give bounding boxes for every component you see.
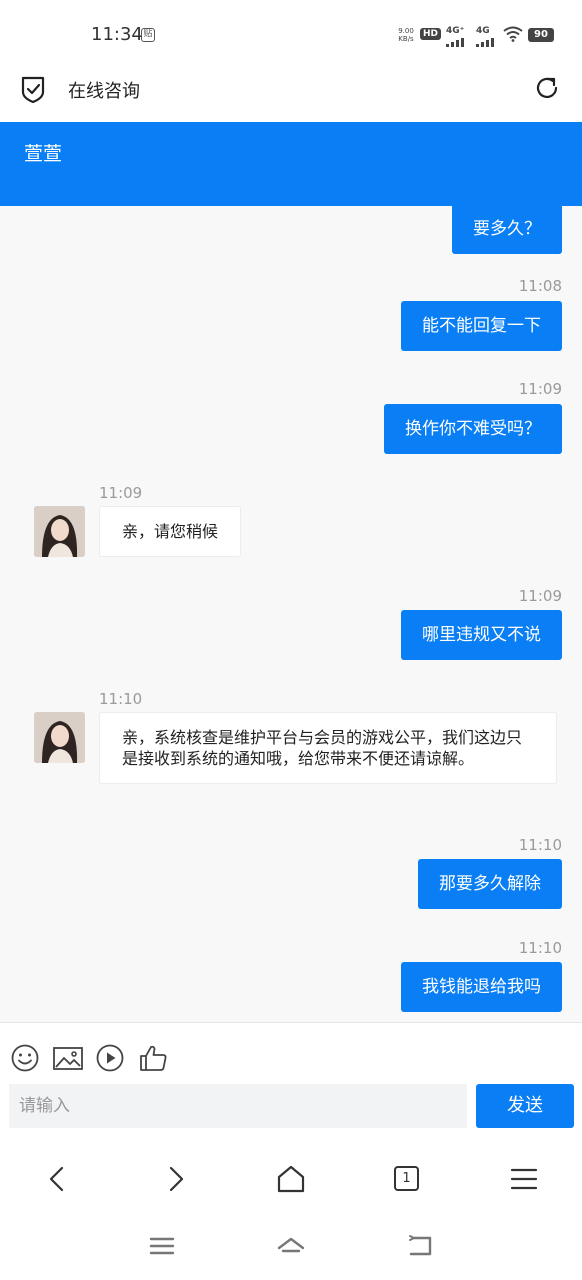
send-button[interactable]: 发送 (476, 1084, 574, 1128)
forward-icon[interactable] (158, 1162, 192, 1196)
message-timestamp: 11:09 (99, 484, 143, 502)
tabs-button[interactable]: 1 (394, 1166, 419, 1191)
message-bubble-incoming: 亲，系统核查是维护平台与会员的游戏公平，我们这边只是接收到系统的通知哦，给您带来… (99, 712, 557, 784)
wifi-icon (503, 26, 523, 42)
signal-sim2-icon: 4G (476, 26, 494, 47)
network-speed: 9.00 KB/s (398, 27, 414, 43)
message-timestamp: 11:09 (518, 380, 562, 398)
page-header: 在线咨询 (0, 70, 582, 122)
image-icon[interactable] (52, 1043, 84, 1073)
home-icon[interactable] (274, 1162, 308, 1196)
message-bubble-incoming: 亲，请您稍候 (99, 506, 242, 557)
message-bubble-outgoing: 要多久？ (452, 206, 562, 254)
message-bubble-outgoing: 那要多久解除 (418, 859, 562, 909)
emoji-icon[interactable] (10, 1043, 40, 1073)
system-navigation-bar (0, 1214, 582, 1280)
agent-avatar-image (34, 712, 85, 763)
system-home-icon[interactable] (277, 1232, 305, 1260)
message-composer: 发送 (0, 1022, 582, 1142)
shield-check-icon (21, 76, 45, 104)
message-input[interactable] (9, 1084, 467, 1128)
chat-area[interactable]: 要多久？ 11:08 能不能回复一下 11:09 换作你不难受吗？ 11:09 … (0, 206, 582, 1022)
sticker-notification-icon: 贴 (141, 28, 155, 42)
status-bar: 11:34 贴 9.00 KB/s HD 4G⁺ 4G 90 (0, 0, 582, 70)
hd-voice-icon: HD (420, 28, 442, 40)
message-timestamp: 11:10 (518, 836, 562, 854)
back-icon[interactable] (41, 1162, 75, 1196)
page-title: 在线咨询 (68, 81, 140, 102)
agent-avatar-image (34, 506, 85, 557)
signal-sim1-icon: 4G⁺ (446, 26, 464, 47)
message-timestamp: 11:10 (99, 690, 143, 708)
message-timestamp: 11:10 (518, 939, 562, 957)
status-time: 11:34 (91, 24, 143, 45)
system-back-icon[interactable] (406, 1232, 434, 1260)
browser-toolbar: 1 (0, 1142, 582, 1214)
agent-avatar (34, 506, 85, 557)
message-timestamp: 11:08 (518, 277, 562, 295)
message-timestamp: 11:09 (518, 587, 562, 605)
menu-icon[interactable] (507, 1162, 541, 1196)
message-bubble-outgoing: 哪里违规又不说 (401, 610, 562, 660)
message-bubble-outgoing: 能不能回复一下 (401, 301, 562, 351)
message-bubble-outgoing: 换作你不难受吗？ (384, 404, 562, 454)
video-icon[interactable] (95, 1043, 125, 1073)
message-bubble-outgoing: 我钱能退给我吗 (401, 962, 562, 1012)
recent-apps-icon[interactable] (148, 1232, 176, 1260)
agent-banner: 萱萱 (0, 122, 582, 206)
agent-name: 萱萱 (24, 143, 63, 165)
refresh-icon[interactable] (533, 74, 561, 102)
agent-avatar (34, 712, 85, 763)
battery-icon: 90 (528, 28, 554, 42)
thumbs-up-icon[interactable] (138, 1043, 168, 1073)
